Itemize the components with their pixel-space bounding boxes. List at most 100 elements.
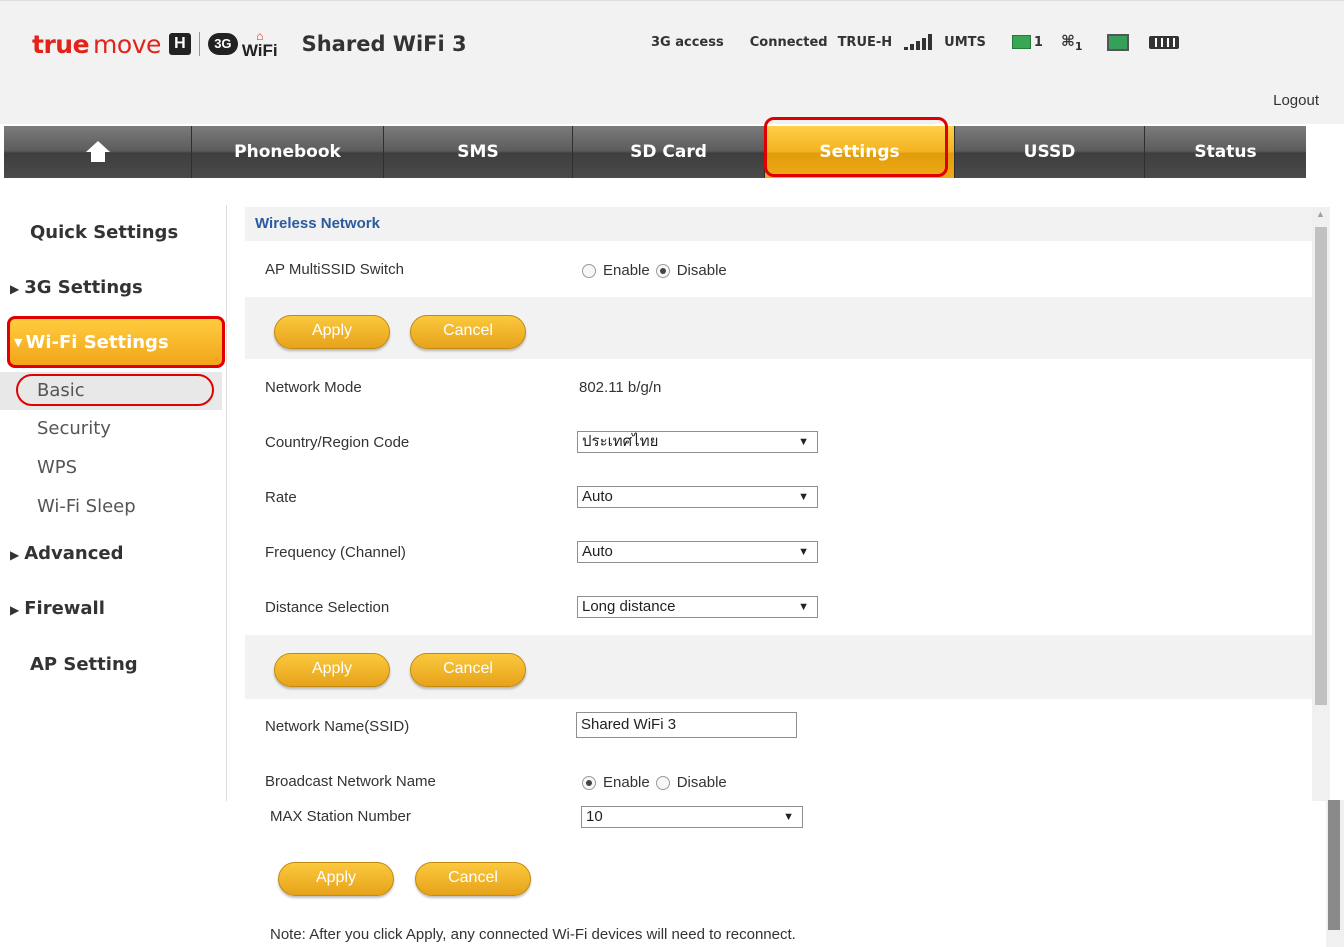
reconnect-note: Note: After you click Apply, any connect… — [270, 926, 796, 943]
network-mode-value: 802.11 b/g/n — [579, 379, 662, 396]
broadcast-disable-radio[interactable] — [655, 775, 670, 790]
monitor-icon — [1106, 33, 1129, 51]
frequency-label: Frequency (Channel) — [265, 544, 406, 561]
tab-settings[interactable]: Settings — [765, 126, 955, 178]
scroll-up-icon[interactable]: ▲ — [1316, 209, 1325, 219]
brand-logo: true move H 3G ⌂ WiFi Shared WiFi 3 — [32, 26, 467, 62]
sidebar-advanced-label: Advanced — [24, 543, 124, 564]
product-name: Shared WiFi 3 — [301, 32, 467, 56]
access-status: 3G access — [651, 34, 724, 50]
chevron-down-icon: ▼ — [798, 491, 809, 503]
frequency-select[interactable]: Auto ▼ — [577, 541, 818, 563]
max-station-label: MAX Station Number — [270, 808, 411, 825]
signal-icon — [904, 34, 934, 50]
battery-icon — [1148, 35, 1179, 49]
tab-ussd[interactable]: USSD — [955, 126, 1145, 178]
sidebar-wifi-settings[interactable]: ▼ Wi-Fi Settings — [7, 316, 225, 368]
button-band-2 — [245, 635, 1312, 699]
distance-label: Distance Selection — [265, 599, 390, 616]
expand-arrow-icon: ▶ — [10, 548, 20, 562]
sms-indicator[interactable]: 1 — [1011, 34, 1043, 50]
multissid-radio-group: Enable Disable — [582, 262, 727, 279]
cancel-button-3[interactable]: Cancel — [415, 862, 531, 896]
cancel-button-1[interactable]: Cancel — [410, 315, 526, 349]
sidebar-advanced[interactable]: ▶ Advanced — [10, 543, 124, 564]
collapse-arrow-icon: ▼ — [14, 335, 23, 349]
chevron-down-icon: ▼ — [798, 436, 809, 448]
sidebar-3g-label: 3G Settings — [24, 277, 143, 298]
broadcast-radio-group: Enable Disable — [582, 774, 727, 791]
country-label: Country/Region Code — [265, 434, 410, 451]
main-nav: Phonebook SMS SD Card Settings USSD Stat… — [4, 126, 1306, 178]
broadcast-label: Broadcast Network Name — [265, 773, 436, 790]
antenna-icon: ⌘1 — [1060, 31, 1083, 53]
sidebar-item-basic[interactable]: Basic — [37, 380, 85, 401]
distance-select-value: Long distance — [582, 598, 676, 615]
wifi-logo: ⌂ WiFi — [242, 30, 278, 59]
wifi-arc-icon: ⌂ — [256, 28, 264, 43]
expand-arrow-icon: ▶ — [10, 282, 20, 296]
wifi-client-count: 1 — [1074, 39, 1083, 53]
sidebar-firewall[interactable]: ▶ Firewall — [10, 598, 105, 619]
frequency-select-value: Auto — [582, 543, 613, 560]
multissid-disable-radio[interactable] — [655, 263, 670, 278]
section-title: Wireless Network — [255, 215, 380, 232]
status-bar: 3G access Connected TRUE-H UMTS 1 ⌘1 — [651, 31, 1179, 53]
sidebar-wifi-label: Wi-Fi Settings — [25, 331, 169, 353]
rate-select[interactable]: Auto ▼ — [577, 486, 818, 508]
sms-count: 1 — [1033, 34, 1043, 50]
network-type: UMTS — [944, 34, 986, 50]
sidebar-quick-settings[interactable]: Quick Settings — [30, 222, 178, 243]
brand-divider — [198, 32, 200, 56]
broadcast-enable-radio[interactable] — [582, 775, 596, 790]
apply-button-1[interactable]: Apply — [274, 315, 390, 349]
connection-status: Connected — [749, 34, 828, 50]
distance-select[interactable]: Long distance ▼ — [577, 596, 818, 618]
broadcast-enable-label: Enable — [603, 774, 650, 791]
envelope-icon — [1011, 35, 1031, 49]
country-select[interactable]: ประเทศไทย ▼ — [577, 431, 818, 453]
network-mode-label: Network Mode — [265, 379, 362, 396]
multissid-enable-label: Enable — [603, 262, 650, 279]
3g-badge: 3G — [207, 33, 238, 55]
max-station-select[interactable]: 10 ▼ — [581, 806, 803, 828]
page-scrollbar-thumb[interactable] — [1328, 800, 1340, 930]
ssid-label: Network Name(SSID) — [265, 718, 410, 735]
logout-row — [0, 86, 1344, 124]
section-header-band — [245, 207, 1312, 241]
tab-sd-card[interactable]: SD Card — [573, 126, 765, 178]
rate-select-value: Auto — [582, 488, 613, 505]
multissid-disable-label: Disable — [676, 262, 727, 279]
chevron-down-icon: ▼ — [798, 546, 809, 558]
carrier-name: TRUE-H — [837, 34, 893, 50]
apply-button-2[interactable]: Apply — [274, 653, 390, 687]
tab-home[interactable] — [4, 126, 192, 178]
sidebar-3g-settings[interactable]: ▶ 3G Settings — [10, 277, 143, 298]
logout-link[interactable]: Logout — [1273, 92, 1319, 109]
brand-move: move — [93, 29, 161, 59]
rate-label: Rate — [265, 489, 297, 506]
apply-button-3[interactable]: Apply — [278, 862, 394, 896]
broadcast-disable-label: Disable — [676, 774, 727, 791]
tab-phonebook[interactable]: Phonebook — [192, 126, 384, 178]
multissid-enable-radio[interactable] — [582, 263, 596, 278]
chevron-down-icon: ▼ — [783, 811, 794, 823]
sidebar-item-wifi-sleep[interactable]: Wi-Fi Sleep — [37, 496, 136, 517]
cancel-button-2[interactable]: Cancel — [410, 653, 526, 687]
ssid-input[interactable]: Shared WiFi 3 — [576, 712, 797, 738]
brand-true: true — [32, 29, 90, 59]
country-select-value: ประเทศไทย — [582, 433, 659, 450]
brand-h-badge: H — [168, 33, 191, 55]
sidebar-item-wps[interactable]: WPS — [37, 457, 77, 478]
sidebar-ap-setting[interactable]: AP Setting — [30, 654, 138, 675]
wifi-text: WiFi — [241, 40, 278, 60]
expand-arrow-icon: ▶ — [10, 603, 20, 617]
multissid-label: AP MultiSSID Switch — [265, 261, 404, 278]
tab-sms[interactable]: SMS — [384, 126, 573, 178]
sidebar-firewall-label: Firewall — [24, 598, 105, 619]
tab-status[interactable]: Status — [1145, 126, 1306, 178]
content-scrollbar-thumb[interactable] — [1315, 227, 1327, 705]
chevron-down-icon: ▼ — [798, 601, 809, 613]
sidebar-item-security[interactable]: Security — [37, 418, 111, 439]
button-band-1 — [245, 297, 1312, 359]
